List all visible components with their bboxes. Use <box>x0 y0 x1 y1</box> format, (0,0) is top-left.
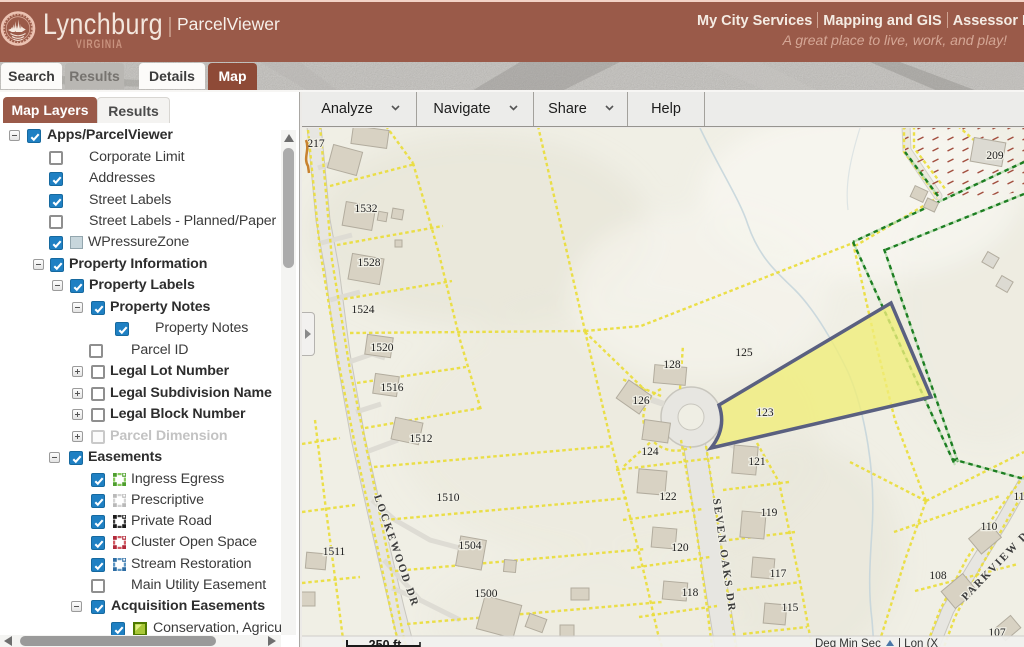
svg-text:128: 128 <box>663 359 681 371</box>
svg-text:1532: 1532 <box>355 203 378 215</box>
svg-text:117: 117 <box>770 568 787 580</box>
svg-text:118: 118 <box>682 587 699 599</box>
svg-text:110: 110 <box>981 521 998 533</box>
svg-text:125: 125 <box>735 347 753 359</box>
svg-text:126: 126 <box>632 395 650 407</box>
svg-text:123: 123 <box>756 407 774 419</box>
svg-text:115: 115 <box>782 602 799 614</box>
svg-text:Deg Min Sec: Deg Min Sec <box>815 638 881 647</box>
svg-text:250 ft: 250 ft <box>369 638 402 647</box>
svg-text:1516: 1516 <box>381 382 404 394</box>
svg-text:108: 108 <box>929 570 947 582</box>
svg-text:1504: 1504 <box>459 540 482 552</box>
svg-text:119: 119 <box>761 507 778 519</box>
svg-text:121: 121 <box>748 456 766 468</box>
svg-text:124: 124 <box>641 446 659 458</box>
svg-text:1511: 1511 <box>323 546 346 558</box>
svg-text:1510: 1510 <box>437 492 460 504</box>
svg-text:1500: 1500 <box>475 588 498 600</box>
svg-text:120: 120 <box>671 542 689 554</box>
svg-text:209: 209 <box>986 150 1004 162</box>
svg-text:1512: 1512 <box>410 433 433 445</box>
svg-text:122: 122 <box>659 491 677 503</box>
svg-text:1520: 1520 <box>371 342 394 354</box>
svg-text:11: 11 <box>1013 491 1024 503</box>
svg-text:217: 217 <box>307 138 325 150</box>
svg-text:1524: 1524 <box>352 304 375 316</box>
svg-text:| Lon (X: | Lon (X <box>898 638 938 647</box>
svg-text:1528: 1528 <box>358 257 381 269</box>
